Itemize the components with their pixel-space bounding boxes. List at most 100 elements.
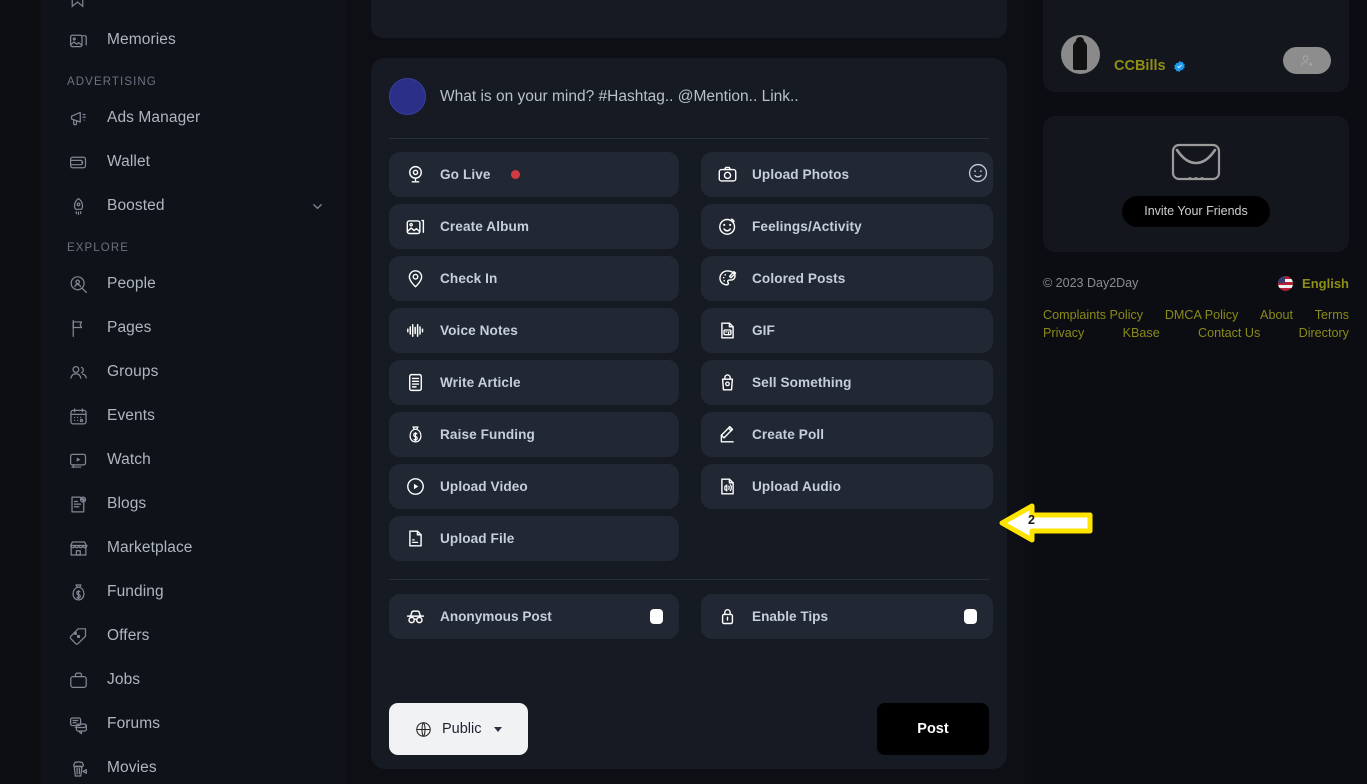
smiley-icon[interactable] — [967, 162, 989, 184]
composer-option-gif[interactable]: GIF — [701, 308, 993, 353]
sidebar-item-label: Jobs — [107, 671, 141, 688]
profile-card[interactable]: CCBills — [1043, 0, 1349, 92]
footer-link-dmca-policy[interactable]: DMCA Policy — [1165, 306, 1238, 324]
post-composer: What is on your mind? #Hashtag.. @Mentio… — [371, 58, 1007, 769]
store-icon — [67, 537, 89, 559]
chevron-down-icon[interactable] — [310, 199, 325, 214]
play-circle-icon — [405, 476, 426, 497]
us-flag-icon — [1278, 275, 1294, 291]
composer-option-write-article[interactable]: Write Article — [389, 360, 679, 405]
sidebar-item-label: People — [107, 275, 156, 292]
sidebar-item-offers[interactable]: Offers — [41, 614, 347, 658]
footer-link-contact-us[interactable]: Contact Us — [1198, 324, 1260, 342]
sell-icon — [717, 372, 738, 393]
composer-option-label: Feelings/Activity — [752, 219, 862, 234]
composer-option-raise-funding[interactable]: Raise Funding — [389, 412, 679, 457]
waveform-icon — [405, 320, 426, 341]
composer-header: What is on your mind? #Hashtag.. @Mentio… — [389, 58, 989, 130]
tips-lock-icon — [717, 606, 738, 627]
sidebar-item-label: Memories — [107, 31, 176, 48]
forums-icon — [67, 713, 89, 735]
post-button[interactable]: Post — [877, 703, 989, 755]
poll-icon — [717, 424, 738, 445]
sidebar-item-memories[interactable]: Memories — [41, 18, 347, 62]
composer-option-sell-something[interactable]: Sell Something — [701, 360, 993, 405]
composer-option-voice-notes[interactable]: Voice Notes — [389, 308, 679, 353]
footer-link-complaints-policy[interactable]: Complaints Policy — [1043, 306, 1143, 324]
sidebar-item-pages[interactable]: Pages — [41, 306, 347, 350]
sidebar-item-funding[interactable]: Funding — [41, 570, 347, 614]
composer-input[interactable]: What is on your mind? #Hashtag.. @Mentio… — [440, 78, 989, 115]
composer-option-go-live[interactable]: Go Live — [389, 152, 679, 197]
composer-option-create-poll[interactable]: Create Poll — [701, 412, 993, 457]
sidebar-item-people[interactable]: People — [41, 262, 347, 306]
sidebar-item-label: Marketplace — [107, 539, 193, 556]
composer-option-upload-photos[interactable]: Upload Photos — [701, 152, 993, 197]
footer-link-terms[interactable]: Terms — [1315, 306, 1349, 324]
privacy-label: Public — [442, 721, 482, 737]
composer-option-label: Check In — [440, 271, 498, 286]
composer-option-feelings-activity[interactable]: Feelings/Activity — [701, 204, 993, 249]
people-search-icon — [67, 273, 89, 295]
invite-card: Invite Your Friends — [1043, 116, 1349, 252]
sidebar-item-events[interactable]: Events — [41, 394, 347, 438]
sidebar-item-saved-partial[interactable] — [41, 0, 347, 18]
footer-link-directory[interactable]: Directory — [1299, 324, 1349, 342]
composer-option-colored-posts[interactable]: Colored Posts — [701, 256, 993, 301]
page-root: Memories ADVERTISING Ads Manager Wallet Boos… — [0, 0, 1367, 784]
sidebar-item-label: Offers — [107, 627, 150, 644]
composer-toggle-label: Enable Tips — [752, 609, 829, 624]
briefcase-icon — [67, 669, 89, 691]
sidebar-item-label: Blogs — [107, 495, 147, 512]
composer-option-label: Upload File — [440, 531, 515, 546]
composer-option-label: Raise Funding — [440, 427, 535, 442]
sidebar-item-groups[interactable]: Groups — [41, 350, 347, 394]
globe-icon — [415, 721, 432, 738]
sidebar-item-movies[interactable]: Movies — [41, 746, 347, 784]
composer-toggle-enable-tips[interactable]: Enable Tips — [701, 594, 993, 639]
calendar-icon — [67, 405, 89, 427]
sidebar-item-marketplace[interactable]: Marketplace — [41, 526, 347, 570]
rocket-icon — [67, 195, 89, 217]
sidebar-item-blogs[interactable]: Blogs — [41, 482, 347, 526]
footer-link-kbase[interactable]: KBase — [1123, 324, 1160, 342]
footer-link-privacy[interactable]: Privacy — [1043, 324, 1084, 342]
story-strip[interactable] — [371, 0, 1007, 38]
toggle-switch[interactable] — [964, 609, 977, 624]
sidebar-item-label: Groups — [107, 363, 159, 380]
envelope-icon — [1170, 142, 1222, 182]
composer-toggle-anonymous-post[interactable]: Anonymous Post — [389, 594, 679, 639]
sidebar-item-ads-manager[interactable]: Ads Manager — [41, 96, 347, 140]
article-icon — [405, 372, 426, 393]
footer-link-about[interactable]: About — [1260, 306, 1293, 324]
composer-option-label: Create Poll — [752, 427, 825, 442]
sidebar-item-label: Movies — [107, 759, 157, 776]
add-user-button[interactable] — [1283, 47, 1331, 74]
composer-option-label: Write Article — [440, 375, 521, 390]
composer-option-upload-video[interactable]: Upload Video — [389, 464, 679, 509]
composer-option-upload-audio[interactable]: Upload Audio — [701, 464, 993, 509]
composer-option-create-album[interactable]: Create Album — [389, 204, 679, 249]
gif-icon — [717, 320, 738, 341]
sidebar-item-watch[interactable]: Watch — [41, 438, 347, 482]
avatar — [389, 78, 426, 115]
composer-toggle-label: Anonymous Post — [440, 609, 552, 624]
privacy-selector[interactable]: Public — [389, 703, 528, 755]
left-sidebar[interactable]: Memories ADVERTISING Ads Manager Wallet Boos… — [41, 0, 347, 784]
sidebar-item-jobs[interactable]: Jobs — [41, 658, 347, 702]
sidebar-item-boosted[interactable]: Boosted — [41, 184, 347, 228]
avatar — [1061, 35, 1100, 74]
sidebar-item-wallet[interactable]: Wallet — [41, 140, 347, 184]
live-indicator-dot — [510, 170, 520, 179]
composer-option-upload-file[interactable]: Upload File — [389, 516, 679, 561]
language-selector[interactable]: English — [1278, 275, 1349, 291]
sidebar-section-title: EXPLORE — [67, 242, 130, 254]
copyright-text: © 2023 Day2Day — [1043, 276, 1139, 290]
toggle-switch[interactable] — [650, 609, 663, 624]
album-icon — [405, 216, 426, 237]
popcorn-icon — [67, 757, 89, 779]
invite-friends-button[interactable]: Invite Your Friends — [1122, 195, 1270, 227]
sidebar-item-forums[interactable]: Forums — [41, 702, 347, 746]
composer-option-check-in[interactable]: Check In — [389, 256, 679, 301]
sidebar-item-label: Watch — [107, 451, 151, 468]
